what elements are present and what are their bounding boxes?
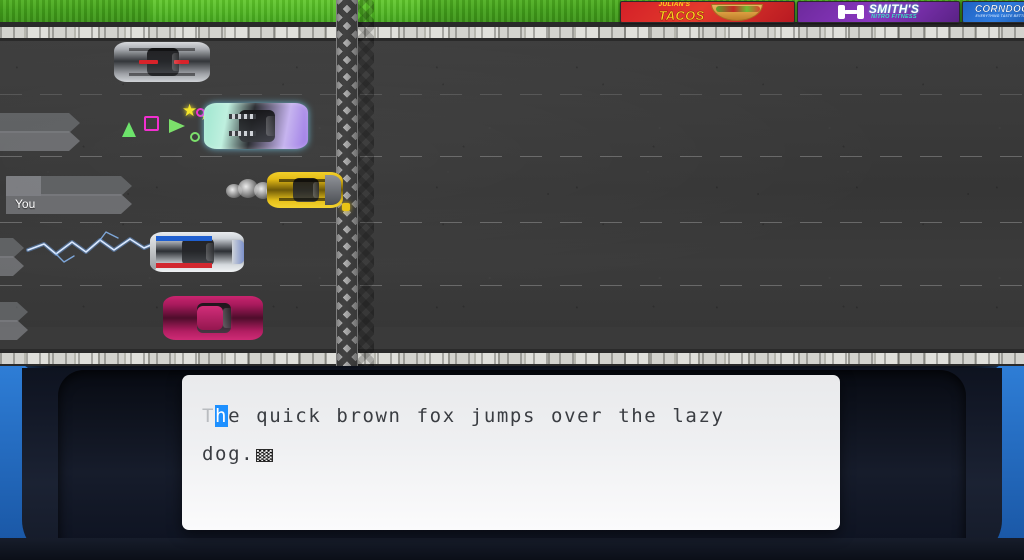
checkered-flag-icon xyxy=(256,449,274,462)
racer-name-row-1: rd Champ xyxy=(0,131,80,151)
lane-divider xyxy=(0,156,1024,157)
remaining-line-1: e quick brown fox jumps over the lazy xyxy=(228,405,725,427)
barrier-blocks xyxy=(0,353,1024,364)
racer-tag-2[interactable]: You xyxy=(6,176,132,214)
white-blue-race-car xyxy=(150,232,244,272)
truss-beacon-light xyxy=(342,203,350,211)
typed-characters: T xyxy=(202,405,216,427)
dumbbell-icon xyxy=(837,3,864,21)
racer-progress-bar-2 xyxy=(6,176,132,196)
racer-progress-bar-4 xyxy=(0,302,28,322)
typing-prompt-text: The quick brown fox jumps over the lazy d… xyxy=(202,397,820,473)
lane-divider xyxy=(0,285,1024,286)
taco-icon xyxy=(710,3,763,21)
dashboard-lower-lip xyxy=(0,538,1024,560)
yellow-muscle-car xyxy=(267,172,343,208)
typing-prompt-panel[interactable]: The quick brown fox jumps over the lazy d… xyxy=(182,375,840,530)
game-screen: JULIAN'S TACOS SMITH'S NITRO FITNESS COR… xyxy=(0,0,1024,560)
neon-pastel-supercar xyxy=(204,103,308,149)
track-barrier-top xyxy=(0,22,1024,41)
racer-name-row-2: You xyxy=(6,194,132,214)
lane-divider xyxy=(0,94,1024,95)
silver-sports-car xyxy=(114,42,210,82)
cursor-character: h xyxy=(215,405,229,427)
racer-progress-bar-3 xyxy=(0,238,24,258)
racer-tag-1[interactable]: rd Champ xyxy=(0,113,80,151)
billboard-tacos-line2: TACOS xyxy=(658,7,705,23)
billboard-fitness-text: SMITH'S NITRO FITNESS xyxy=(869,3,919,21)
billboard-row: JULIAN'S TACOS SMITH'S NITRO FITNESS COR… xyxy=(0,0,1024,24)
race-track: JULIAN'S TACOS SMITH'S NITRO FITNESS COR… xyxy=(0,0,1024,368)
truss-shadow xyxy=(358,0,374,368)
billboard-tacos: JULIAN'S TACOS xyxy=(620,1,795,23)
racer-name-2: You xyxy=(15,197,36,211)
racer-tag-3[interactable] xyxy=(0,238,24,276)
remaining-line-2: dog. xyxy=(202,443,255,465)
racer-name-row-3 xyxy=(0,256,24,276)
pink-sports-car xyxy=(163,296,263,340)
lane-divider xyxy=(0,222,1024,223)
billboard-tacos-text: JULIAN'S TACOS xyxy=(652,2,704,22)
billboard-corndog-line2: EVERYTHING TASTE BETTER xyxy=(975,14,1024,19)
racer-progress-bar-1 xyxy=(0,113,80,133)
billboard-corndog-text: CORNDOG EVERYTHING TASTE BETTER xyxy=(975,5,1024,19)
barrier-blocks xyxy=(0,27,1024,38)
racer-tag-4[interactable] xyxy=(0,302,28,340)
racer-name-row-4 xyxy=(0,320,28,340)
billboard-fitness: SMITH'S NITRO FITNESS xyxy=(797,1,960,23)
billboard-fitness-line2: NITRO FITNESS xyxy=(871,14,917,21)
billboard-corndog: CORNDOG EVERYTHING TASTE BETTER xyxy=(962,1,1024,23)
